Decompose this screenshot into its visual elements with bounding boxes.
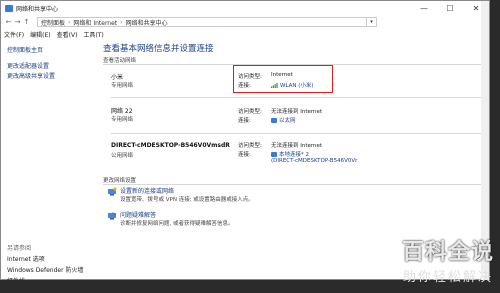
address-bar: ← → ↑ 控制面板 › 网络和 Internet › 网络和共享中心 ▾ xyxy=(1,15,489,29)
connection-label: 连接: xyxy=(238,83,251,89)
connection-label: 连接: xyxy=(238,118,251,124)
task-description: 诊断并修复网络问题, 或者获得疑难解答信息。 xyxy=(120,221,234,227)
troubleshoot-icon xyxy=(108,212,116,220)
task-title[interactable]: 问题疑难解答 xyxy=(120,210,156,219)
watermark: 百科全说 助你轻松解决 xyxy=(402,234,494,285)
menu-edit[interactable]: 编辑(E) xyxy=(30,30,50,39)
connection-link[interactable]: 本地连接* 2 xyxy=(271,150,309,158)
task-description: 设置宽带、拨号或 VPN 连接; 或设置路由器或接入点。 xyxy=(120,197,254,203)
menu-bar: 文件(F) 编辑(E) 查看(V) 工具(T) xyxy=(1,29,489,39)
network-setup-icon xyxy=(108,187,117,196)
ethernet-icon xyxy=(271,118,277,123)
network-type: 公用网络 xyxy=(111,153,134,159)
back-arrow-icon[interactable]: ← xyxy=(4,18,13,26)
watermark-subtitle: 助你轻松解决 xyxy=(402,270,493,285)
breadcrumb-network-sharing[interactable]: 网络和共享中心 xyxy=(126,18,168,27)
task-title[interactable]: 设置新的连接或网络 xyxy=(120,186,174,195)
ethernet-icon xyxy=(271,152,277,157)
access-type-value: 无法连接到 Internet xyxy=(271,109,323,115)
access-type-label: 访问类型: xyxy=(238,74,262,80)
see-also-defender-firewall[interactable]: Windows Defender 防火墙 xyxy=(7,265,83,274)
title-bar: 网络和共享中心 — ☐ ✕ xyxy=(1,1,489,15)
network-name: 小米 xyxy=(111,74,124,81)
access-type-label: 访问类型: xyxy=(238,143,262,149)
network-app-icon xyxy=(5,4,13,12)
connection-value-continued[interactable]: (DIRECT-cMDESKTOP-B546V0Vr xyxy=(271,158,357,164)
window-title: 网络和共享中心 xyxy=(16,5,59,13)
divider xyxy=(111,97,481,98)
divider xyxy=(111,133,481,134)
wifi-signal-icon xyxy=(271,83,278,88)
connection-link[interactable]: 以太网 xyxy=(271,116,296,124)
menu-tools[interactable]: 工具(T) xyxy=(83,30,103,39)
sidebar-item-advanced-sharing[interactable]: 更改高级共享设置 xyxy=(7,71,55,80)
breadcrumb-network-internet[interactable]: 网络和 Internet xyxy=(73,18,117,27)
minimize-button[interactable]: — xyxy=(411,1,437,15)
change-settings-label: 更改网络设置 xyxy=(103,178,137,184)
sidebar-item-control-panel-home[interactable]: 控制面板主页 xyxy=(7,45,43,54)
breadcrumb-control-panel[interactable]: 控制面板 xyxy=(41,18,65,27)
connection-value: WLAN (小米) xyxy=(280,83,314,89)
access-type-value: 无法连接到 Internet xyxy=(271,143,323,149)
page-title: 查看基本网络信息并设置连接 xyxy=(103,44,214,54)
divider xyxy=(103,184,483,185)
breadcrumb[interactable]: 控制面板 › 网络和 Internet › 网络和共享中心 xyxy=(37,17,367,27)
maximize-button[interactable]: ☐ xyxy=(437,1,463,15)
connection-link[interactable]: WLAN (小米) xyxy=(271,81,314,89)
sidebar-item-adapter-settings[interactable]: 更改适配器设置 xyxy=(7,61,49,70)
connection-value: 以太网 xyxy=(279,118,296,124)
up-arrow-icon[interactable]: ↑ xyxy=(22,18,31,26)
forward-arrow-icon[interactable]: → xyxy=(13,18,22,26)
network-type: 专用网络 xyxy=(111,83,134,89)
network-type: 专用网络 xyxy=(111,117,134,123)
menu-file[interactable]: 文件(F) xyxy=(4,30,24,39)
access-type-label: 访问类型: xyxy=(238,109,262,115)
breadcrumb-separator-icon: › xyxy=(68,18,71,26)
active-networks-label: 查看活动网络 xyxy=(103,58,137,64)
chevron-down-icon[interactable]: ▾ xyxy=(367,17,377,27)
network-name: DIRECT-cMDESKTOP-B546V0VmsdR xyxy=(111,142,230,149)
network-name: 网络 22 xyxy=(111,108,133,115)
see-also-internet-options[interactable]: Internet 选项 xyxy=(7,254,45,263)
watermark-title: 百科全说 xyxy=(401,240,494,265)
breadcrumb-separator-icon: › xyxy=(120,18,123,26)
sidebar: 控制面板主页 更改适配器设置 更改高级共享设置 另请参阅 Internet 选项… xyxy=(1,39,96,285)
connection-label: 连接: xyxy=(238,152,251,158)
menu-view[interactable]: 查看(V) xyxy=(57,30,78,39)
see-also-heading: 另请参阅 xyxy=(7,245,32,252)
access-type-value: Internet xyxy=(271,72,293,78)
